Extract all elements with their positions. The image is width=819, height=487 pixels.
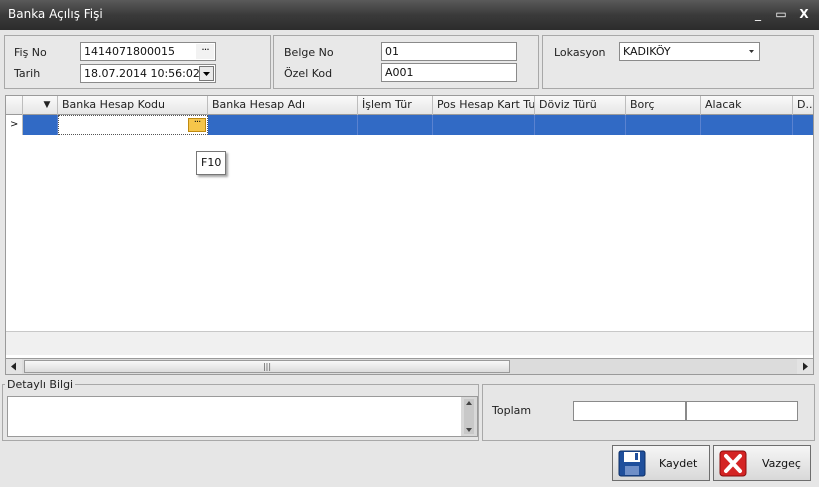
fis-no-label: Fiş No bbox=[14, 46, 47, 59]
chevron-down-icon bbox=[203, 72, 210, 76]
row-cell[interactable] bbox=[793, 115, 813, 135]
grid-indicator-header bbox=[6, 96, 23, 115]
totals-panel: Toplam bbox=[482, 384, 815, 441]
scroll-left-button[interactable] bbox=[6, 359, 22, 374]
tarih-label: Tarih bbox=[14, 67, 41, 80]
chevron-down-icon bbox=[749, 50, 754, 53]
column-header-alacak[interactable]: Alacak bbox=[701, 96, 793, 115]
column-header-doviz-turu[interactable]: Döviz Türü bbox=[535, 96, 626, 115]
tarih-field[interactable]: 18.07.2014 10:56:02 bbox=[80, 64, 216, 83]
save-icon bbox=[618, 450, 646, 477]
belge-no-field[interactable]: 01 bbox=[381, 42, 517, 61]
column-header-islem-tur[interactable]: İşlem Tür bbox=[358, 96, 433, 115]
tarih-value: 18.07.2014 10:56:02 bbox=[84, 67, 200, 80]
header-panel-lokasyon: Lokasyon KADIKÖY bbox=[542, 35, 814, 89]
vazgec-button[interactable]: Vazgeç bbox=[713, 445, 811, 481]
close-button[interactable]: X bbox=[796, 6, 812, 22]
cancel-icon bbox=[719, 450, 747, 477]
row-cell[interactable] bbox=[535, 115, 626, 135]
tarih-dropdown-button[interactable] bbox=[199, 66, 214, 81]
row-cell[interactable] bbox=[23, 115, 58, 135]
fis-no-field[interactable]: 1414071800015 ··· bbox=[80, 42, 216, 61]
minimize-button[interactable]: _ bbox=[750, 6, 766, 22]
maximize-button[interactable]: ▭ bbox=[773, 6, 789, 22]
memo-vertical-scrollbar[interactable] bbox=[461, 397, 477, 436]
scroll-arrows-icon bbox=[464, 399, 474, 434]
column-header-d[interactable]: D... bbox=[793, 96, 813, 115]
lokasyon-dropdown-button[interactable] bbox=[746, 46, 757, 57]
grid-footer bbox=[6, 331, 813, 355]
row-cell[interactable] bbox=[208, 115, 358, 135]
column-header-pos-hesap-kart-tur[interactable]: Pos Hesap Kart Tur bbox=[433, 96, 535, 115]
header-panel-belge: Belge No 01 Özel Kod A001 bbox=[273, 35, 539, 89]
window-titlebar: Banka Açılış Fişi _ ▭ X bbox=[0, 0, 819, 30]
column-header-banka-hesap-kodu[interactable]: Banka Hesap Kodu bbox=[58, 96, 208, 115]
window-title: Banka Açılış Fişi bbox=[8, 7, 103, 21]
ozel-kod-field[interactable]: A001 bbox=[381, 63, 517, 82]
toplam-borc-field bbox=[573, 401, 686, 421]
shortcut-tooltip: F10 bbox=[196, 151, 226, 175]
kaydet-button[interactable]: Kaydet bbox=[612, 445, 710, 481]
belge-no-value: 01 bbox=[385, 45, 399, 58]
row-cell[interactable] bbox=[701, 115, 793, 135]
row-indicator: > bbox=[6, 115, 23, 135]
grid-filter-button[interactable]: ▼ bbox=[23, 96, 58, 115]
arrow-left-icon bbox=[11, 362, 16, 371]
detail-memo[interactable] bbox=[7, 396, 478, 437]
lokasyon-combo[interactable]: KADIKÖY bbox=[619, 42, 760, 61]
scroll-right-button[interactable] bbox=[797, 359, 813, 374]
banka-hesap-kodu-cell-editor[interactable]: ··· bbox=[58, 115, 208, 135]
bank-lines-grid[interactable]: ▼ Banka Hesap Kodu Banka Hesap Adı İşlem… bbox=[5, 95, 814, 375]
vazgec-label: Vazgeç bbox=[762, 457, 801, 470]
detail-group: Detaylı Bilgi bbox=[2, 378, 479, 441]
table-row[interactable]: > ··· bbox=[6, 115, 813, 135]
row-cell[interactable] bbox=[358, 115, 433, 135]
cell-ellipsis-button[interactable]: ··· bbox=[188, 118, 206, 132]
detail-legend: Detaylı Bilgi bbox=[5, 378, 76, 391]
kaydet-label: Kaydet bbox=[659, 457, 698, 470]
fis-no-value: 1414071800015 bbox=[84, 45, 175, 58]
grid-header: ▼ Banka Hesap Kodu Banka Hesap Adı İşlem… bbox=[6, 96, 813, 115]
row-cell[interactable] bbox=[626, 115, 701, 135]
fis-no-ellipsis-button[interactable]: ··· bbox=[196, 44, 214, 59]
lokasyon-value: KADIKÖY bbox=[623, 45, 671, 58]
scrollbar-thumb[interactable]: ||| bbox=[24, 360, 510, 373]
header-panel-fis: Fiş No 1414071800015 ··· Tarih 18.07.201… bbox=[4, 35, 271, 89]
ozel-kod-label: Özel Kod bbox=[284, 67, 333, 80]
ozel-kod-value: A001 bbox=[385, 66, 414, 79]
lokasyon-label: Lokasyon bbox=[554, 46, 606, 59]
toplam-alacak-field bbox=[686, 401, 798, 421]
row-cell[interactable] bbox=[433, 115, 535, 135]
toplam-label: Toplam bbox=[492, 404, 532, 417]
horizontal-scrollbar[interactable]: ||| bbox=[6, 358, 813, 374]
arrow-right-icon bbox=[803, 362, 808, 371]
column-header-banka-hesap-adi[interactable]: Banka Hesap Adı bbox=[208, 96, 358, 115]
column-header-borc[interactable]: Borç bbox=[626, 96, 701, 115]
belge-no-label: Belge No bbox=[284, 46, 334, 59]
